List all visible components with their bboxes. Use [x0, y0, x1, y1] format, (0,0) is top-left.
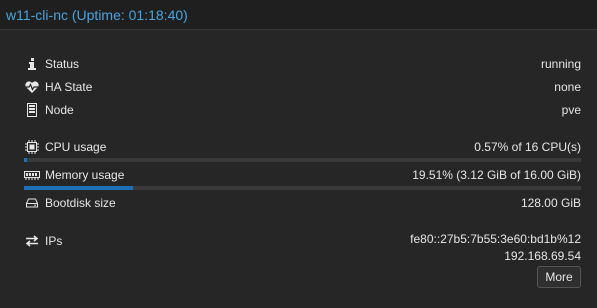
panel-body: Status running HA State none Node pve CP…	[0, 31, 597, 308]
ha-state-value: none	[554, 80, 581, 94]
memory-value: 19.51% (3.12 GiB of 16.00 GiB)	[412, 168, 581, 182]
ips-label: IPs	[45, 234, 63, 248]
more-button[interactable]: More	[537, 266, 581, 288]
memory-icon	[24, 167, 40, 183]
cpu-progress-fill	[24, 158, 28, 162]
cpu-icon	[24, 139, 40, 155]
ips-row: IPs	[24, 232, 62, 250]
node-row: Node pve	[24, 101, 581, 119]
status-row: Status running	[24, 55, 581, 73]
cpu-row: CPU usage 0.57% of 16 CPU(s)	[24, 138, 581, 156]
ha-state-row: HA State none	[24, 78, 581, 96]
memory-row: Memory usage 19.51% (3.12 GiB of 16.00 G…	[24, 166, 581, 184]
bootdisk-row: Bootdisk size 128.00 GiB	[24, 194, 581, 212]
cpu-value: 0.57% of 16 CPU(s)	[474, 140, 581, 154]
panel-title: w11-cli-nc (Uptime: 01:18:40)	[6, 6, 188, 23]
memory-label: Memory usage	[45, 168, 125, 182]
hdd-icon	[24, 195, 40, 211]
vm-summary-panel: w11-cli-nc (Uptime: 01:18:40) Status run…	[0, 0, 597, 308]
ip-address: 192.168.69.54	[504, 249, 581, 263]
memory-progress-fill	[24, 186, 133, 190]
cpu-label: CPU usage	[45, 140, 107, 154]
node-value: pve	[561, 103, 581, 117]
ip-list: fe80::27b5:7b55:3e60:bd1b%12 192.168.69.…	[410, 231, 581, 265]
node-label: Node	[45, 103, 74, 117]
ip-address: fe80::27b5:7b55:3e60:bd1b%12	[410, 232, 581, 246]
ha-state-label: HA State	[45, 80, 93, 94]
exchange-icon	[24, 233, 40, 249]
bootdisk-value: 128.00 GiB	[520, 196, 581, 210]
info-icon	[24, 56, 40, 72]
status-value: running	[540, 57, 581, 71]
cpu-progress-bar	[24, 158, 581, 162]
memory-progress-bar	[24, 186, 581, 190]
status-label: Status	[45, 57, 80, 71]
server-icon	[24, 102, 40, 118]
panel-header: w11-cli-nc (Uptime: 01:18:40)	[0, 0, 597, 30]
heartbeat-icon	[24, 79, 40, 95]
bootdisk-label: Bootdisk size	[45, 196, 116, 210]
